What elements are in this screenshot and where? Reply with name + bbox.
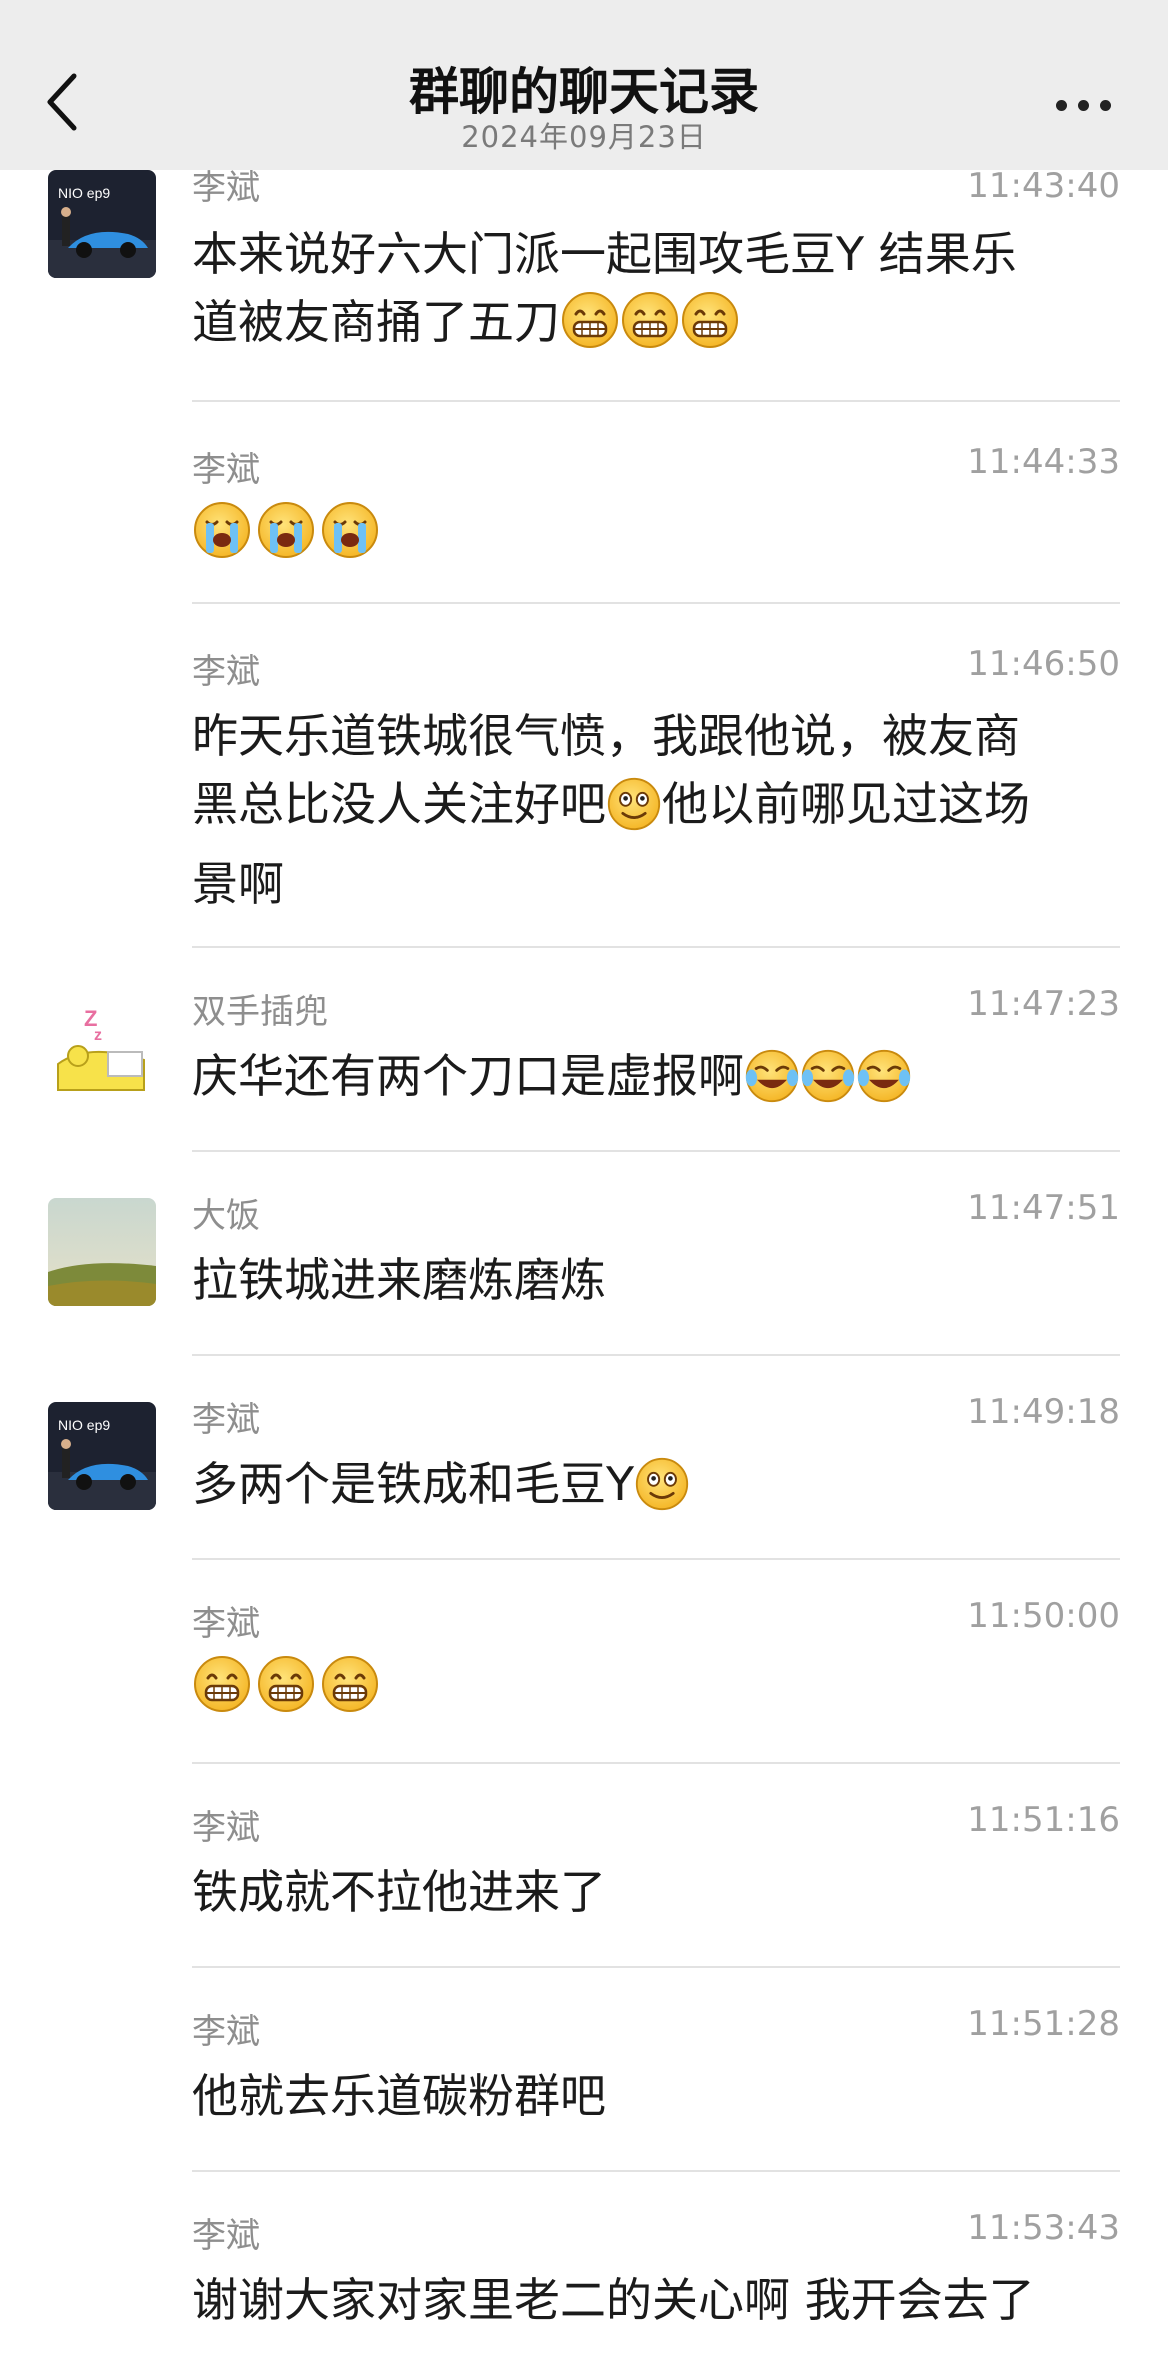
- divider: [192, 2170, 1120, 2172]
- message-time: 11:43:40: [967, 166, 1120, 206]
- cry-emoji-icon: [320, 500, 380, 560]
- avatar[interactable]: NIO ep9: [48, 170, 156, 278]
- message-time: 11:50:00: [967, 1596, 1120, 1636]
- svg-text:NIO ep9: NIO ep9: [58, 1417, 110, 1433]
- car-photo-avatar-icon: NIO ep9: [48, 1402, 156, 1510]
- cry-emoji-icon: [256, 500, 316, 560]
- smile-emoji-icon: [634, 1456, 690, 1512]
- divider: [192, 1558, 1120, 1560]
- grin-emoji-icon: [560, 290, 620, 350]
- sleeping-cartoon-avatar-icon: Z z: [48, 994, 156, 1102]
- message-text: 拉铁城进来磨炼磨炼: [192, 1253, 606, 1307]
- sender-name: 双手插兜: [192, 992, 328, 1032]
- message-text: 他就去乐道碳粉群吧: [192, 2069, 606, 2123]
- message-text: 庆华还有两个刀口是虚报啊: [192, 1042, 1092, 1122]
- more-button[interactable]: [1052, 86, 1116, 122]
- car-photo-avatar-icon: NIO ep9: [48, 170, 156, 278]
- avatar[interactable]: Z z: [48, 994, 156, 1102]
- sender-name: 李斌: [192, 2012, 260, 2052]
- sender-name: 李斌: [192, 1808, 260, 1848]
- message-time: 11:46:50: [967, 644, 1120, 684]
- grin-emoji-icon: [192, 1654, 252, 1714]
- emoji-message: [192, 500, 380, 560]
- sender-name: 大饭: [192, 1196, 260, 1236]
- sender-name: 李斌: [192, 450, 260, 490]
- message-text: 铁成就不拉他进来了: [192, 1865, 606, 1919]
- nav-header: 群聊的聊天记录 2024年09月23日: [0, 0, 1168, 170]
- message-time: 11:49:18: [967, 1392, 1120, 1432]
- divider: [192, 1354, 1120, 1356]
- cry-emoji-icon: [192, 500, 252, 560]
- message-text: 昨天乐道铁城很气愤，我跟他说，被友商 黑总比没人关注好吧 他以前哪见过这场 景啊: [192, 709, 1030, 911]
- svg-text:z: z: [94, 1027, 102, 1044]
- divider: [192, 400, 1120, 402]
- message-text: 多两个是铁成和毛豆Y: [192, 1450, 1092, 1530]
- sender-name: 李斌: [192, 1604, 260, 1644]
- sender-name: 李斌: [192, 1400, 260, 1440]
- message-time: 11:44:33: [967, 442, 1120, 482]
- message-time: 11:51:16: [967, 1800, 1120, 1840]
- grin-emoji-icon: [256, 1654, 316, 1714]
- more-dots-icon: [1056, 100, 1067, 111]
- message-text: 谢谢大家对家里老二的关心啊 我开会去了: [192, 2273, 1035, 2327]
- message-time: 11:47:23: [967, 984, 1120, 1024]
- divider: [192, 1762, 1120, 1764]
- emoji-message: [192, 1654, 380, 1714]
- message-time: 11:53:43: [967, 2208, 1120, 2248]
- divider: [192, 1150, 1120, 1152]
- avatar[interactable]: NIO ep9: [48, 1402, 156, 1510]
- divider: [192, 602, 1120, 604]
- message-text: 本来说好六大门派一起围攻毛豆Y 结果乐 道被友商捅了五刀: [192, 227, 1017, 350]
- smile-emoji-icon: [606, 776, 662, 832]
- laugh-cry-emoji-icon: [744, 1048, 800, 1104]
- sender-name: 李斌: [192, 652, 260, 692]
- grin-emoji-icon: [320, 1654, 380, 1714]
- message-time: 11:51:28: [967, 2004, 1120, 2044]
- message-time: 11:47:51: [967, 1188, 1120, 1228]
- page-date: 2024年09月23日: [461, 120, 707, 154]
- divider: [192, 1966, 1120, 1968]
- svg-text:NIO ep9: NIO ep9: [58, 185, 110, 201]
- sender-name: 李斌: [192, 2216, 260, 2256]
- avatar[interactable]: [48, 1198, 156, 1306]
- divider: [192, 946, 1120, 948]
- landscape-avatar-icon: [48, 1198, 156, 1306]
